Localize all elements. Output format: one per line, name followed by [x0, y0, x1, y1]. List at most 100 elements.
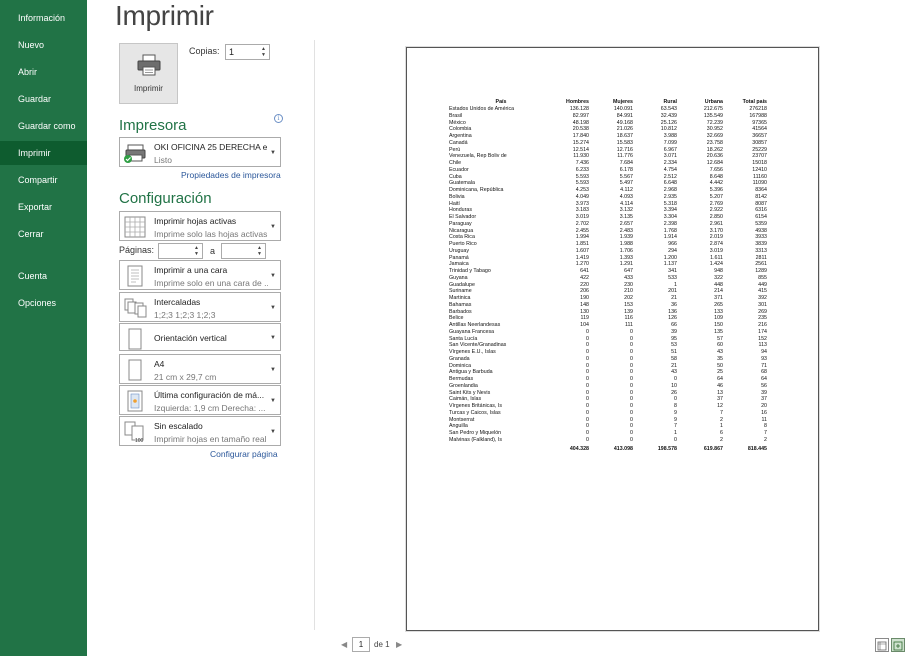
- table-cell: 5.396: [709, 187, 723, 193]
- table-cell: 8: [674, 403, 677, 409]
- nav-item-opciones[interactable]: Opciones: [0, 291, 87, 315]
- nav-item-nuevo[interactable]: Nuevo: [0, 33, 87, 57]
- nav-item-cuenta[interactable]: Cuenta: [0, 264, 87, 288]
- pages-to-input[interactable]: ▲ ▼: [221, 243, 266, 259]
- table-cell: 4.049: [575, 193, 589, 200]
- table-row: Dominica 0 0 21 50 71: [449, 363, 767, 370]
- table-cell: 113: [758, 342, 767, 349]
- table-cell: Panamá: [449, 254, 469, 261]
- table-row: Bolivia 4.049 4.093 2.935 5.207 8142: [449, 194, 767, 201]
- table-cell: 30857: [752, 139, 767, 146]
- table-cell: 0: [674, 376, 677, 382]
- table-cell: 11090: [752, 180, 767, 187]
- margins-icon: [127, 390, 143, 412]
- printer-heading: Impresora: [119, 117, 187, 134]
- table-row: Honduras 3.183 3.132 3.394 2.922 6316: [449, 207, 767, 214]
- prev-page-icon[interactable]: ◀: [341, 640, 347, 649]
- preview-table-body: Estados Unidos de América 136.128 140.091 6…: [449, 106, 767, 452]
- table-cell: 2.935: [663, 193, 677, 200]
- table-cell: 3.019: [709, 247, 723, 254]
- nav-item-exportar[interactable]: Exportar: [0, 195, 87, 219]
- print-what-title: Imprimir hojas activas: [154, 216, 237, 226]
- nav-item-informacion[interactable]: Información: [0, 6, 87, 30]
- table-cell: 1.851: [575, 241, 589, 247]
- table-cell: 41564: [752, 126, 767, 133]
- table-cell: 0: [630, 355, 633, 362]
- sides-select[interactable]: Imprimir a una cara Imprime solo en una …: [119, 260, 281, 290]
- table-cell: 109: [714, 315, 723, 322]
- table-cell: 7.684: [619, 160, 633, 166]
- table-cell: 6.178: [619, 166, 633, 173]
- table-cell: Bahamas: [449, 301, 472, 308]
- print-preview-page: País Hombres Mujeres Rural Urbana Total …: [406, 47, 819, 631]
- printer-properties-link[interactable]: Propiedades de impresora: [181, 170, 281, 180]
- table-cell: San Vicente/Granadinas: [449, 342, 507, 349]
- table-cell: Chile: [449, 160, 462, 166]
- table-row: Estados Unidos de América 136.128 140.091 6…: [449, 106, 767, 113]
- table-cell: Turcas y Caicos, Islas: [449, 409, 501, 416]
- table-cell: 136: [668, 308, 677, 315]
- collate-select[interactable]: Intercaladas 1;2;3 1;2;3 1;2;3 ▼: [119, 292, 281, 322]
- table-cell: 135: [714, 328, 723, 335]
- pages-from-stepper[interactable]: ▲ ▼: [193, 245, 200, 257]
- table-cell: 966: [668, 241, 677, 247]
- zoom-to-page-button[interactable]: [891, 638, 905, 652]
- table-cell: 214: [714, 288, 723, 295]
- info-icon[interactable]: i: [274, 114, 283, 123]
- table-cell: 1.939: [619, 234, 633, 241]
- collated-pages-icon: [124, 298, 147, 318]
- table-cell: 1.611: [710, 254, 723, 261]
- table-cell: Malvinas (Falkland), Is: [449, 436, 502, 443]
- table-cell: 6316: [755, 207, 767, 214]
- page-setup-link[interactable]: Configurar página: [210, 449, 278, 459]
- table-cell: 64: [717, 376, 723, 382]
- table-cell: 201: [668, 288, 677, 295]
- nav-item-guardar[interactable]: Guardar: [0, 87, 87, 111]
- table-cell: 5.567: [619, 173, 633, 180]
- table-cell: 1.768: [663, 227, 677, 234]
- nav-item-abrir[interactable]: Abrir: [0, 60, 87, 84]
- table-cell: 15018: [752, 160, 767, 166]
- table-cell: 2.968: [663, 187, 677, 193]
- table-cell: Antillas Neerlandesas: [449, 322, 501, 328]
- table-cell: 0: [586, 403, 589, 409]
- pages-to-stepper[interactable]: ▲ ▼: [256, 245, 263, 257]
- pages-from-input[interactable]: ▲ ▼: [158, 243, 203, 259]
- table-cell: 0: [630, 389, 633, 396]
- printer-select[interactable]: OKI OFICINA 25 DERECHA e... Listo ▼: [119, 137, 281, 167]
- nav-item-guardar-como[interactable]: Guardar como: [0, 114, 87, 138]
- nav-item-imprimir[interactable]: Imprimir: [0, 141, 87, 165]
- table-cell: 7: [674, 423, 677, 430]
- table-cell: 948: [714, 268, 723, 274]
- nav-item-cerrar[interactable]: Cerrar: [0, 222, 87, 246]
- margins-select[interactable]: Última configuración de má... Izquierda:…: [119, 385, 281, 415]
- table-cell: 126: [668, 315, 677, 322]
- table-cell: 43: [717, 349, 723, 355]
- table-cell: 37: [761, 396, 767, 403]
- next-page-icon[interactable]: ▶: [396, 640, 402, 649]
- copies-input[interactable]: 1 ▲ ▼: [225, 44, 270, 60]
- table-cell: 5.318: [663, 200, 677, 207]
- print-button[interactable]: Imprimir: [119, 43, 178, 104]
- table-cell: 2: [720, 436, 723, 443]
- table-cell: 5359: [755, 220, 767, 227]
- show-margins-button[interactable]: [875, 638, 889, 652]
- table-cell: 0: [586, 436, 589, 443]
- nav-item-compartir[interactable]: Compartir: [0, 168, 87, 192]
- table-cell: 66: [671, 322, 677, 328]
- table-cell: 8087: [755, 200, 767, 207]
- orientation-select[interactable]: Orientación vertical ▼: [119, 323, 281, 351]
- table-cell: 84.991: [616, 112, 633, 119]
- table-cell: Dominicana, República: [449, 187, 504, 193]
- table-row: Argentina 17.840 18.637 3.988 32.669 36657: [449, 133, 767, 140]
- table-cell: Nicaragua: [449, 227, 474, 234]
- margins-title: Última configuración de má...: [154, 390, 265, 400]
- page-number-input[interactable]: 1: [352, 637, 370, 652]
- paper-size-select[interactable]: A4 21 cm x 29,7 cm ▼: [119, 354, 281, 384]
- print-what-select[interactable]: Imprimir hojas activas Imprime solo las …: [119, 211, 281, 241]
- copies-stepper[interactable]: ▲ ▼: [260, 46, 267, 58]
- table-cell: 0: [586, 369, 589, 376]
- scaling-select[interactable]: 100 Sin escalado Imprimir hojas en tamañ…: [119, 416, 281, 446]
- show-margins-icon: [877, 641, 887, 651]
- table-cell: 12.514: [572, 146, 589, 153]
